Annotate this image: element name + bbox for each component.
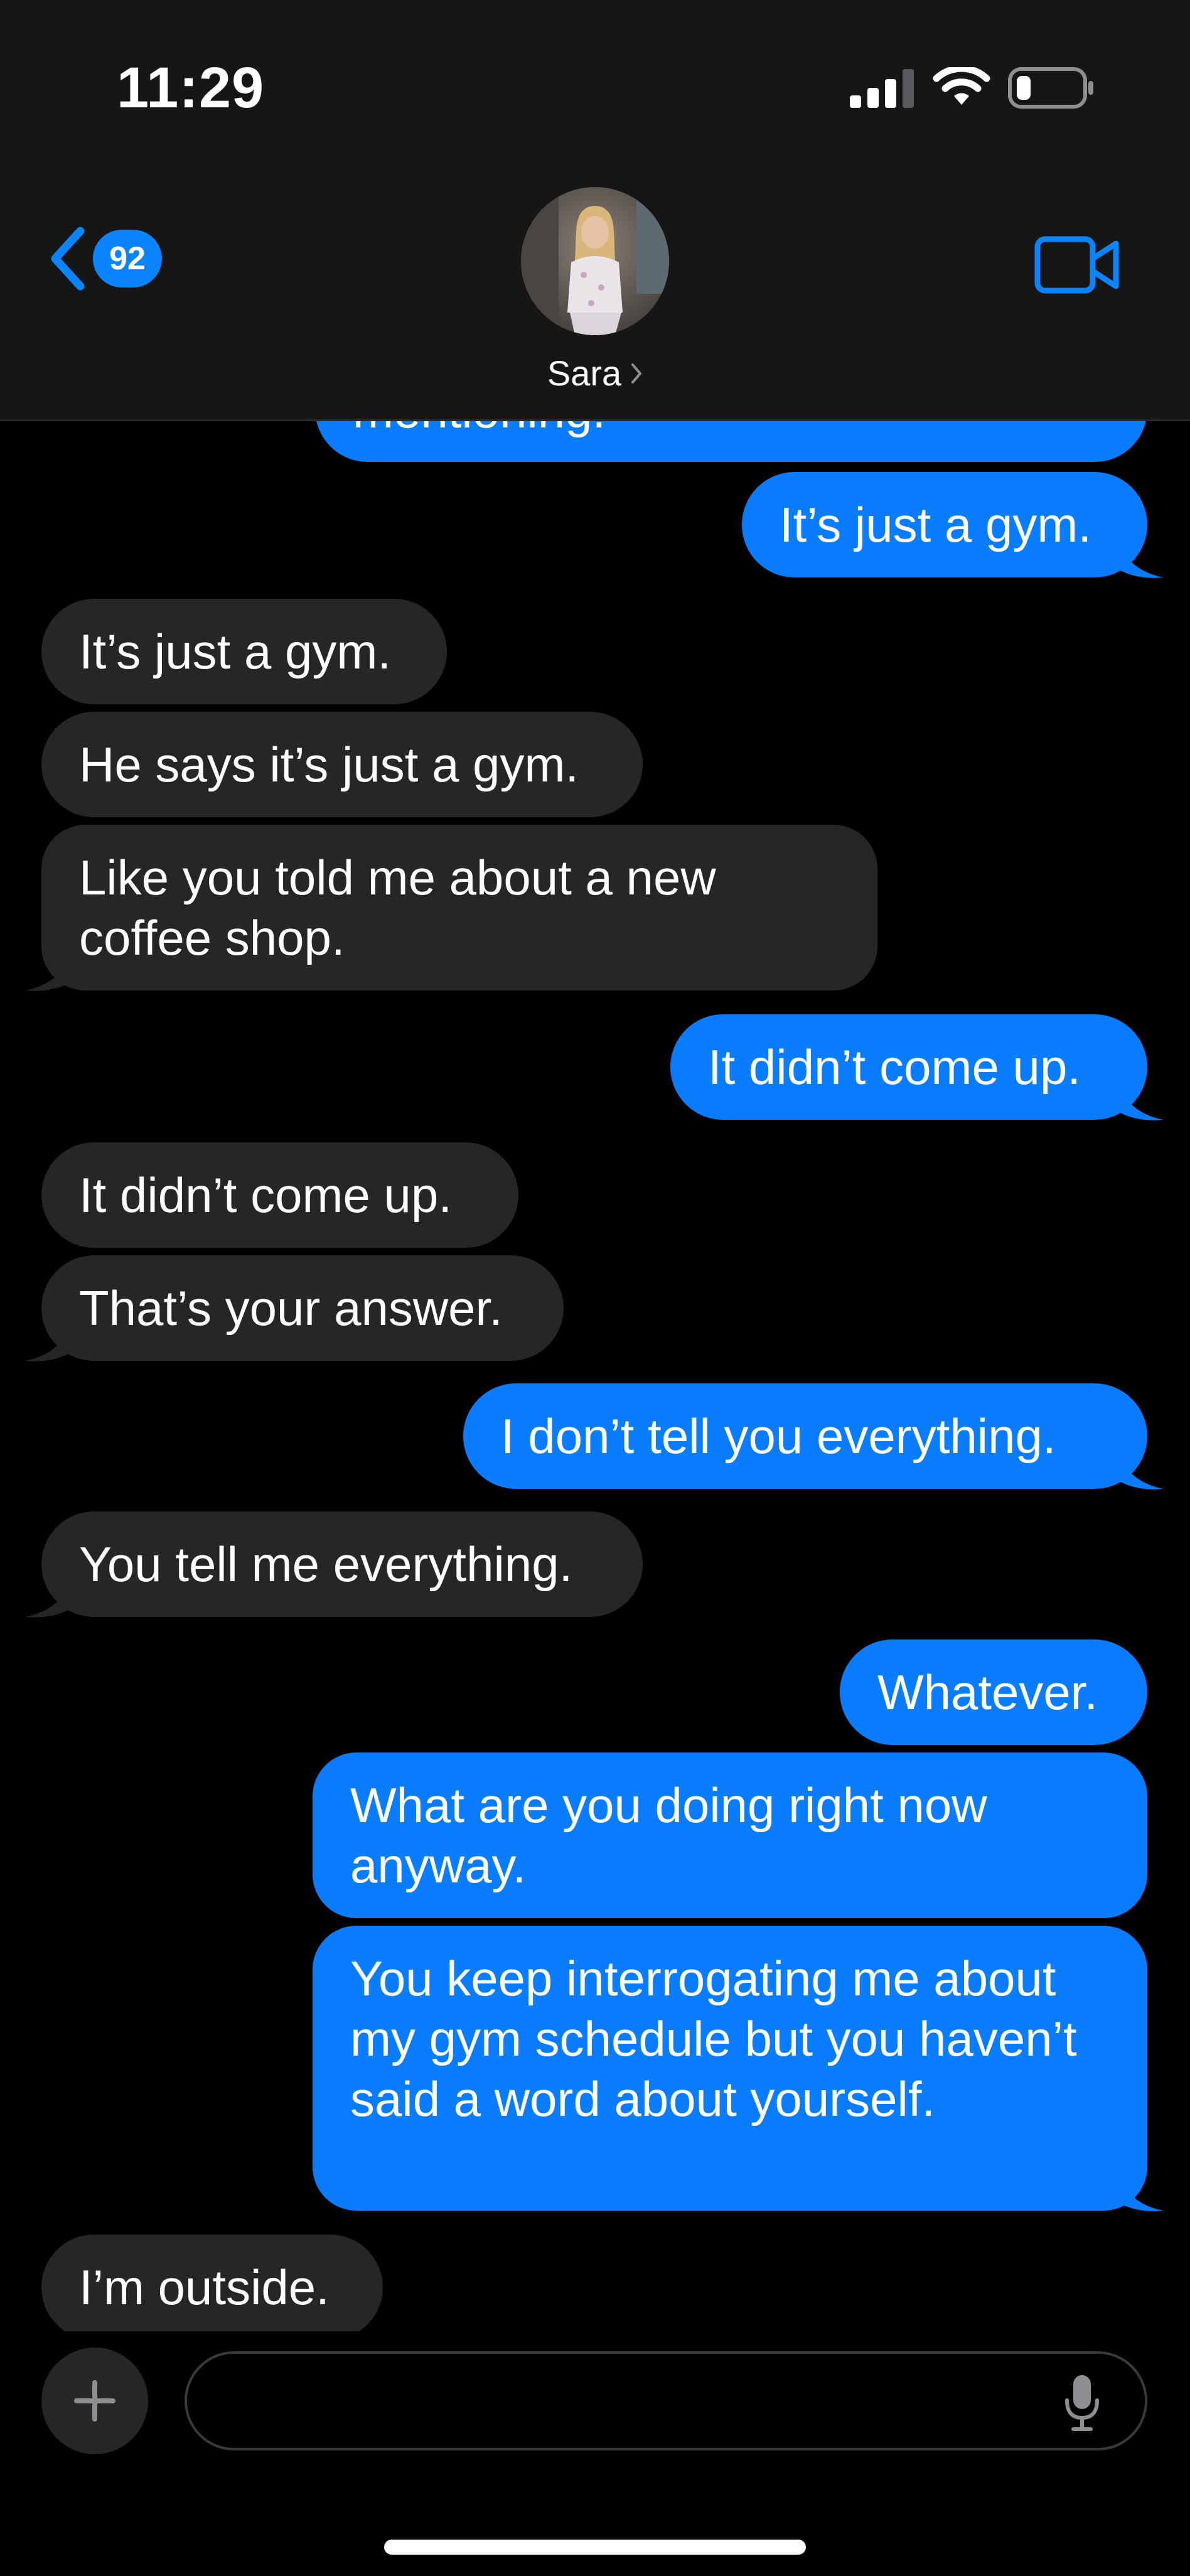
message-text: It didn’t come up. [708, 1039, 1081, 1095]
message-bubble-incoming[interactable]: He says it’s just a gym. [41, 712, 643, 817]
bubble-tail [25, 1324, 72, 1361]
message-text: You tell me everything. [79, 1537, 573, 1592]
message-bubble-incoming[interactable]: It didn’t come up. [41, 1142, 518, 1248]
chevron-left-icon [51, 227, 85, 291]
wifi-icon [933, 67, 990, 105]
message-bubble-incoming[interactable]: You tell me everything. [41, 1511, 643, 1617]
home-indicator [384, 2540, 806, 2555]
bubble-tail [1117, 2174, 1164, 2211]
message-text: He says it’s just a gym. [79, 737, 579, 792]
bubble-tail [1117, 541, 1164, 578]
conversation-header: 11:29 92 Sara [0, 0, 1190, 421]
bubble-tail [25, 1580, 72, 1618]
contact-name: Sara [547, 353, 622, 393]
message-bubble-outgoing[interactable]: It’s just a gym. [742, 472, 1147, 577]
message-bubble-incoming[interactable]: That’s your answer. [41, 1255, 564, 1361]
contact-avatar[interactable] [521, 187, 669, 335]
message-text: What are you doing right now anyway. [350, 1778, 987, 1893]
message-bubble-outgoing[interactable]: Whatever. [840, 1640, 1147, 1745]
message-text: You keep interrogating me about my gym s… [350, 1951, 1077, 2127]
message-input[interactable] [185, 2351, 1147, 2450]
message-bubble-incoming[interactable]: Like you told me about a new coffee shop… [41, 825, 877, 990]
message-bubble-outgoing[interactable]: What are you doing right now anyway. [313, 1752, 1147, 1918]
chevron-right-icon [631, 363, 642, 384]
add-attachment-button[interactable] [41, 2348, 148, 2454]
message-text: Like you told me about a new coffee shop… [79, 850, 716, 965]
message-text: It’s just a gym. [780, 497, 1092, 552]
message-text: That’s your answer. [79, 1280, 503, 1336]
contact-name-link[interactable]: Sara [0, 353, 1190, 394]
message-bubble-incoming[interactable]: It’s just a gym. [41, 599, 447, 704]
message-bubble-outgoing[interactable]: I don’t tell you everything. [463, 1383, 1147, 1489]
cellular-signal-icon [850, 69, 914, 108]
message-text: It didn’t come up. [79, 1167, 452, 1223]
bubble-tail [1117, 1452, 1164, 1489]
unread-count-badge: 92 [93, 230, 162, 287]
message-bubble-incoming[interactable]: I’m outside. [41, 2235, 383, 2331]
message-text: I’m outside. [79, 2260, 330, 2315]
bubble-tail [1117, 1083, 1164, 1120]
message-bubble-outgoing[interactable]: You keep interrogating me about my gym s… [313, 1926, 1147, 2211]
message-text: Whatever. [877, 1665, 1098, 1720]
battery-low-icon [1008, 67, 1093, 109]
plus-icon [74, 2380, 115, 2422]
bubble-tail [25, 954, 72, 991]
message-text: I don’t tell you everything. [501, 1409, 1056, 1464]
status-icons [850, 63, 1096, 113]
status-time: 11:29 [117, 56, 265, 120]
video-camera-icon [1034, 236, 1119, 294]
message-thread[interactable]: mentioning. It’s just a gym. It’s just a… [0, 377, 1190, 2331]
microphone-icon[interactable] [1063, 2373, 1101, 2433]
facetime-video-button[interactable] [1034, 236, 1120, 297]
message-text: It’s just a gym. [79, 624, 392, 679]
back-button[interactable]: 92 [49, 226, 162, 291]
message-bubble-outgoing[interactable]: It didn’t come up. [670, 1014, 1147, 1120]
